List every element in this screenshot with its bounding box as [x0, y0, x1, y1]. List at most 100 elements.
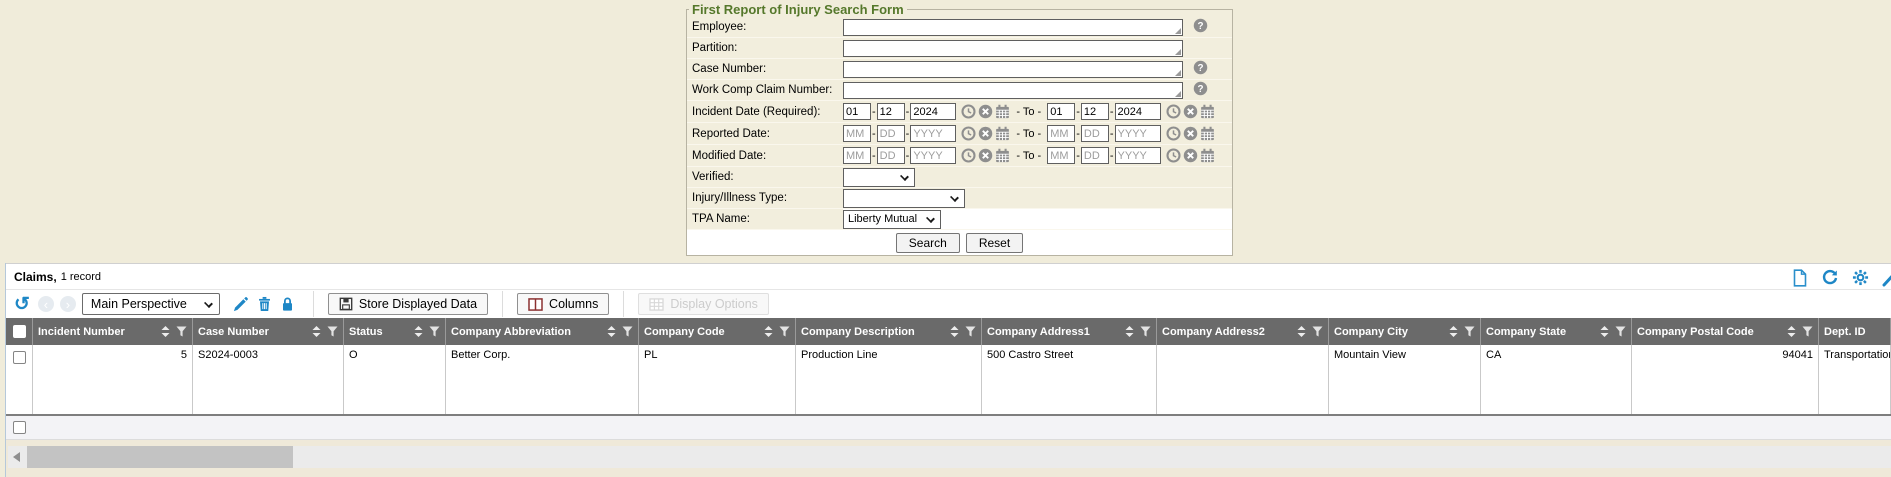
filter-icon[interactable] [965, 326, 976, 337]
clock-icon[interactable] [1166, 104, 1181, 119]
sort-icon[interactable] [1297, 326, 1306, 337]
wrench-icon[interactable] [1882, 269, 1891, 287]
reported-date-from-day[interactable] [877, 125, 905, 142]
reported-date-to-month[interactable] [1047, 125, 1075, 142]
column-header[interactable]: Company Address1 [982, 318, 1157, 345]
work-comp-claim-input[interactable] [843, 82, 1183, 99]
calendar-icon[interactable] [1200, 126, 1215, 141]
filter-icon[interactable] [327, 326, 338, 337]
forward-icon[interactable]: › [60, 296, 76, 312]
employee-help[interactable]: ? [1193, 18, 1208, 36]
search-button[interactable]: Search [896, 233, 960, 253]
calendar-icon[interactable] [995, 126, 1010, 141]
filter-icon[interactable] [779, 326, 790, 337]
delete-trash-icon[interactable] [257, 296, 272, 312]
clear-date-icon[interactable] [1183, 104, 1198, 119]
incident-date-from-day[interactable] [877, 103, 905, 120]
sort-icon[interactable] [414, 326, 423, 337]
clear-date-icon[interactable] [978, 148, 993, 163]
help-icon[interactable]: ? [1193, 81, 1208, 96]
sort-icon[interactable] [161, 326, 170, 337]
table-row[interactable]: 5S2024-0003OBetter Corp.PLProduction Lin… [6, 345, 1891, 416]
filter-icon[interactable] [176, 326, 187, 337]
reported-date-from-month[interactable] [843, 125, 871, 142]
incident-date-from-month[interactable] [843, 103, 871, 120]
help-icon[interactable]: ? [1193, 18, 1208, 33]
modified-date-to-month[interactable] [1047, 147, 1075, 164]
refresh-icon[interactable] [1821, 269, 1839, 287]
column-header[interactable]: Company Code [639, 318, 796, 345]
column-header[interactable]: Company State [1481, 318, 1632, 345]
calendar-icon[interactable] [1200, 148, 1215, 163]
case-number-help[interactable]: ? [1193, 60, 1208, 78]
sort-icon[interactable] [312, 326, 321, 337]
sort-icon[interactable] [1125, 326, 1134, 337]
column-header[interactable]: Dept. ID [1819, 318, 1891, 345]
sort-icon[interactable] [764, 326, 773, 337]
horizontal-scrollbar[interactable] [8, 446, 1891, 468]
filter-icon[interactable] [1615, 326, 1626, 337]
incident-date-to-month[interactable] [1047, 103, 1075, 120]
incident-date-to-year[interactable] [1115, 103, 1161, 120]
filter-icon[interactable] [1140, 326, 1151, 337]
reported-date-to-day[interactable] [1081, 125, 1109, 142]
store-displayed-data-button[interactable]: Store Displayed Data [328, 293, 488, 315]
filter-icon[interactable] [429, 326, 440, 337]
column-header[interactable]: Company Address2 [1157, 318, 1329, 345]
help-icon[interactable]: ? [1193, 60, 1208, 75]
modified-date-from-day[interactable] [877, 147, 905, 164]
filter-icon[interactable] [1312, 326, 1323, 337]
clear-date-icon[interactable] [978, 104, 993, 119]
sort-icon[interactable] [1449, 326, 1458, 337]
incident-date-from-year[interactable] [910, 103, 956, 120]
scrollbar-thumb[interactable] [27, 446, 293, 468]
column-header[interactable]: Company Abbreviation [446, 318, 639, 345]
partition-input[interactable] [843, 40, 1183, 57]
reported-date-to-year[interactable] [1115, 125, 1161, 142]
column-header[interactable]: Company City [1329, 318, 1481, 345]
calendar-icon[interactable] [995, 104, 1010, 119]
tpa-name-select[interactable]: Liberty Mutual [843, 210, 941, 229]
sort-icon[interactable] [950, 326, 959, 337]
incident-date-to-day[interactable] [1081, 103, 1109, 120]
modified-date-to-day[interactable] [1081, 147, 1109, 164]
filter-icon[interactable] [622, 326, 633, 337]
scroll-left-arrow-icon[interactable] [8, 446, 24, 468]
new-document-icon[interactable] [1792, 269, 1808, 287]
perspective-select[interactable]: Main Perspective [82, 293, 220, 315]
clock-icon[interactable] [1166, 148, 1181, 163]
clock-icon[interactable] [961, 104, 976, 119]
reset-button[interactable]: Reset [966, 233, 1023, 253]
gear-icon[interactable] [1852, 269, 1869, 286]
columns-button[interactable]: Columns [517, 293, 609, 315]
select-all-checkbox[interactable] [13, 325, 26, 338]
employee-input[interactable] [843, 19, 1183, 36]
undo-icon[interactable]: ↺ [14, 295, 30, 314]
calendar-icon[interactable] [995, 148, 1010, 163]
column-header[interactable]: Company Postal Code [1632, 318, 1819, 345]
column-header[interactable]: Incident Number [33, 318, 193, 345]
clock-icon[interactable] [1166, 126, 1181, 141]
reported-date-from-year[interactable] [910, 125, 956, 142]
modified-date-to-year[interactable] [1115, 147, 1161, 164]
modified-date-from-year[interactable] [910, 147, 956, 164]
calendar-icon[interactable] [1200, 104, 1215, 119]
verified-select[interactable] [843, 168, 915, 187]
back-icon[interactable]: ‹ [38, 296, 54, 312]
column-header[interactable]: Status [344, 318, 446, 345]
clock-icon[interactable] [961, 148, 976, 163]
sort-icon[interactable] [607, 326, 616, 337]
injury-illness-type-select[interactable] [843, 189, 965, 208]
modified-date-from-month[interactable] [843, 147, 871, 164]
sort-icon[interactable] [1600, 326, 1609, 337]
footer-checkbox[interactable] [13, 421, 26, 434]
row-checkbox[interactable] [13, 351, 26, 364]
clock-icon[interactable] [961, 126, 976, 141]
edit-pencil-icon[interactable] [232, 296, 249, 313]
filter-icon[interactable] [1464, 326, 1475, 337]
clear-date-icon[interactable] [1183, 126, 1198, 141]
case-number-input[interactable] [843, 61, 1183, 78]
filter-icon[interactable] [1802, 326, 1813, 337]
column-header[interactable]: Case Number [193, 318, 344, 345]
sort-icon[interactable] [1787, 326, 1796, 337]
